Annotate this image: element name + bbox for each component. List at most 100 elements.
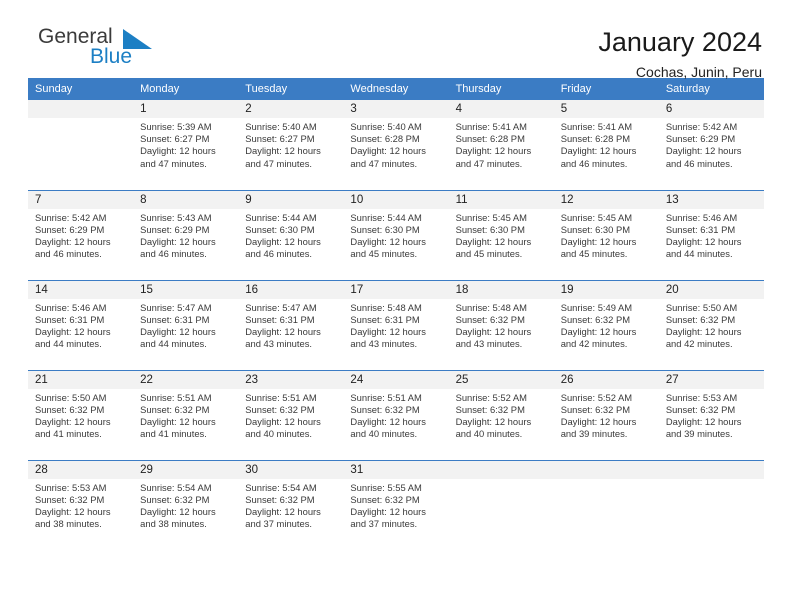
day-number: 9	[238, 190, 344, 209]
calendar-day-cell[interactable]: 17 Sunrise: 5:48 AM Sunset: 6:31 PM Dayligh…	[343, 279, 449, 370]
calendar-day-cell[interactable]: 27 Sunrise: 5:53 AM Sunset: 6:32 PM Dayligh…	[658, 369, 764, 460]
day-cell-inner: 6 Sunrise: 5:42 AM Sunset: 6:29 PM Daylight…	[658, 100, 764, 190]
sunrise-time: Sunrise: 5:51 AM	[140, 391, 212, 403]
daylight-line-2: and 45 minutes.	[560, 248, 628, 260]
daylight-line-2: and 46 minutes.	[665, 157, 733, 169]
calendar-day-cell[interactable]: 24 Sunrise: 5:51 AM Sunset: 6:32 PM Dayligh…	[343, 369, 449, 460]
calendar-day-cell[interactable]: 31 Sunrise: 5:55 AM Sunset: 6:32 PM Dayligh…	[343, 459, 449, 551]
daylight-line-2: and 45 minutes.	[350, 248, 418, 260]
calendar-day-cell[interactable]: 3 Sunrise: 5:40 AM Sunset: 6:28 PM Daylight…	[343, 100, 449, 190]
calendar-day-cell[interactable]: 13 Sunrise: 5:46 AM Sunset: 6:31 PM Dayligh…	[658, 189, 764, 280]
sunrise-time: Sunrise: 5:45 AM	[455, 211, 527, 223]
page-title: January 2024	[598, 27, 762, 57]
day-sun-info: Sunrise: 5:46 AM Sunset: 6:31 PM Daylight:…	[659, 209, 764, 261]
day-cell-inner: 28 Sunrise: 5:53 AM Sunset: 6:32 PM Dayligh…	[28, 460, 134, 551]
day-number: 8	[133, 190, 239, 209]
day-cell-inner: 8 Sunrise: 5:43 AM Sunset: 6:29 PM Daylight…	[133, 190, 239, 280]
sunrise-time: Sunrise: 5:44 AM	[245, 211, 317, 223]
calendar-day-cell[interactable]: 23 Sunrise: 5:51 AM Sunset: 6:32 PM Dayligh…	[238, 369, 344, 460]
calendar-day-cell[interactable]: 7 Sunrise: 5:42 AM Sunset: 6:29 PM Daylight…	[28, 189, 134, 280]
sunrise-time: Sunrise: 5:42 AM	[35, 211, 107, 223]
page-header: General Blue January 2024 Cochas, Junin,…	[28, 0, 764, 81]
calendar-day-cell[interactable]: 9 Sunrise: 5:44 AM Sunset: 6:30 PM Daylight…	[238, 189, 344, 280]
calendar-week-row: 7 Sunrise: 5:42 AM Sunset: 6:29 PM Daylight…	[28, 189, 764, 280]
daylight-line-2: and 47 minutes.	[350, 157, 418, 169]
sunrise-time: Sunrise: 5:48 AM	[350, 301, 422, 313]
day-cell-inner: 20 Sunrise: 5:50 AM Sunset: 6:32 PM Dayligh…	[658, 280, 764, 370]
calendar-day-cell[interactable]: 5 Sunrise: 5:41 AM Sunset: 6:28 PM Daylight…	[553, 100, 659, 190]
day-cell-inner: 19 Sunrise: 5:49 AM Sunset: 6:32 PM Dayligh…	[553, 280, 659, 370]
daylight-line-2: and 37 minutes.	[350, 518, 418, 530]
sunrise-time: Sunrise: 5:39 AM	[140, 121, 212, 132]
daylight-line-1: Daylight: 12 hours	[560, 145, 637, 157]
calendar-day-cell[interactable]: 1 Sunrise: 5:39 AM Sunset: 6:27 PM Daylight…	[133, 100, 239, 190]
calendar-day-cell[interactable]: 4 Sunrise: 5:41 AM Sunset: 6:28 PM Daylight…	[448, 100, 554, 190]
calendar-day-cell[interactable]: 29 Sunrise: 5:54 AM Sunset: 6:32 PM Dayligh…	[133, 459, 239, 550]
daylight-line-1: Daylight: 12 hours	[350, 505, 426, 517]
sunrise-time: Sunrise: 5:42 AM	[665, 121, 738, 132]
daylight-line-2: and 40 minutes.	[245, 428, 312, 440]
day-sun-info: Sunrise: 5:42 AM Sunset: 6:29 PM Daylight:…	[659, 118, 764, 170]
day-sun-info: Sunrise: 5:40 AM Sunset: 6:27 PM Daylight:…	[238, 118, 343, 170]
day-cell-inner: 14 Sunrise: 5:46 AM Sunset: 6:31 PM Dayligh…	[28, 280, 134, 370]
daylight-line-1: Daylight: 12 hours	[455, 145, 532, 157]
calendar-day-cell[interactable]: 30 Sunrise: 5:54 AM Sunset: 6:32 PM Dayligh…	[238, 459, 344, 550]
day-sun-info: Sunrise: 5:46 AM Sunset: 6:31 PM Daylight:…	[28, 299, 133, 351]
calendar-day-cell[interactable]: 19 Sunrise: 5:49 AM Sunset: 6:32 PM Dayligh…	[553, 279, 659, 370]
calendar-day-cell-empty	[658, 459, 764, 550]
sunset-time: Sunset: 6:31 PM	[140, 313, 210, 325]
daylight-line-2: and 44 minutes.	[140, 338, 207, 350]
day-number: 10	[343, 190, 449, 209]
day-number: 26	[553, 370, 659, 389]
calendar-day-cell[interactable]: 28 Sunrise: 5:53 AM Sunset: 6:32 PM Dayligh…	[28, 459, 134, 551]
daylight-line-1: Daylight: 12 hours	[35, 415, 111, 427]
day-number: 5	[553, 100, 659, 118]
daylight-line-1: Daylight: 12 hours	[35, 325, 111, 337]
day-cell-inner: 3 Sunrise: 5:40 AM Sunset: 6:28 PM Daylight…	[343, 100, 449, 190]
calendar-day-cell[interactable]: 14 Sunrise: 5:46 AM Sunset: 6:31 PM Dayligh…	[28, 279, 134, 370]
day-cell-inner: 17 Sunrise: 5:48 AM Sunset: 6:31 PM Dayligh…	[343, 280, 449, 370]
sunset-time: Sunset: 6:32 PM	[665, 403, 736, 415]
sunset-time: Sunset: 6:32 PM	[560, 403, 631, 415]
calendar-day-cell[interactable]: 6 Sunrise: 5:42 AM Sunset: 6:29 PM Daylight…	[658, 100, 764, 190]
daylight-line-2: and 41 minutes.	[35, 428, 102, 440]
sunrise-time: Sunrise: 5:53 AM	[665, 391, 738, 403]
day-cell-inner: 13 Sunrise: 5:46 AM Sunset: 6:31 PM Dayligh…	[658, 190, 764, 280]
sunset-time: Sunset: 6:32 PM	[140, 493, 210, 505]
day-number: 28	[28, 460, 134, 479]
calendar-day-cell[interactable]: 10 Sunrise: 5:44 AM Sunset: 6:30 PM Dayligh…	[343, 189, 449, 280]
day-number: 29	[133, 460, 239, 479]
daylight-line-2: and 39 minutes.	[665, 428, 733, 440]
day-number	[28, 100, 134, 118]
calendar-day-cell[interactable]: 18 Sunrise: 5:48 AM Sunset: 6:32 PM Dayligh…	[448, 279, 554, 370]
calendar-day-cell[interactable]: 22 Sunrise: 5:51 AM Sunset: 6:32 PM Dayligh…	[133, 369, 239, 460]
calendar-day-cell[interactable]: 21 Sunrise: 5:50 AM Sunset: 6:32 PM Dayligh…	[28, 369, 134, 460]
sunset-time: Sunset: 6:32 PM	[455, 313, 525, 325]
sunrise-time: Sunrise: 5:47 AM	[140, 301, 212, 313]
calendar-day-cell[interactable]: 26 Sunrise: 5:52 AM Sunset: 6:32 PM Dayligh…	[553, 369, 659, 460]
day-cell-inner: 22 Sunrise: 5:51 AM Sunset: 6:32 PM Dayligh…	[133, 370, 239, 460]
daylight-line-1: Daylight: 12 hours	[140, 505, 216, 517]
sunset-time: Sunset: 6:30 PM	[560, 223, 631, 235]
calendar-day-cell[interactable]: 8 Sunrise: 5:43 AM Sunset: 6:29 PM Daylight…	[133, 189, 239, 280]
day-sun-info: Sunrise: 5:45 AM Sunset: 6:30 PM Daylight:…	[449, 209, 554, 261]
calendar-day-cell[interactable]: 12 Sunrise: 5:45 AM Sunset: 6:30 PM Dayligh…	[553, 189, 659, 280]
calendar-day-cell[interactable]: 11 Sunrise: 5:45 AM Sunset: 6:30 PM Dayligh…	[448, 189, 554, 280]
calendar-day-cell[interactable]: 25 Sunrise: 5:52 AM Sunset: 6:32 PM Dayligh…	[448, 369, 554, 460]
day-number: 7	[28, 190, 134, 209]
day-number: 21	[28, 370, 134, 389]
general-blue-logo[interactable]: General Blue	[28, 26, 188, 76]
sunset-time: Sunset: 6:31 PM	[35, 313, 105, 325]
calendar-day-cell[interactable]: 16 Sunrise: 5:47 AM Sunset: 6:31 PM Dayligh…	[238, 279, 344, 370]
calendar-day-cell[interactable]: 2 Sunrise: 5:40 AM Sunset: 6:27 PM Daylight…	[238, 100, 344, 190]
calendar-day-cell[interactable]: 20 Sunrise: 5:50 AM Sunset: 6:32 PM Dayligh…	[658, 279, 764, 370]
day-number: 4	[448, 100, 554, 118]
daylight-line-2: and 43 minutes.	[455, 338, 523, 350]
daylight-line-1: Daylight: 12 hours	[140, 145, 216, 157]
calendar-day-cell[interactable]: 15 Sunrise: 5:47 AM Sunset: 6:31 PM Dayligh…	[133, 279, 239, 370]
sunset-time: Sunset: 6:28 PM	[455, 133, 525, 145]
sunrise-time: Sunrise: 5:51 AM	[350, 391, 422, 403]
day-cell-inner: 31 Sunrise: 5:55 AM Sunset: 6:32 PM Dayligh…	[343, 460, 449, 551]
day-cell-inner: 2 Sunrise: 5:40 AM Sunset: 6:27 PM Daylight…	[238, 100, 344, 190]
sunset-time: Sunset: 6:32 PM	[245, 493, 315, 505]
